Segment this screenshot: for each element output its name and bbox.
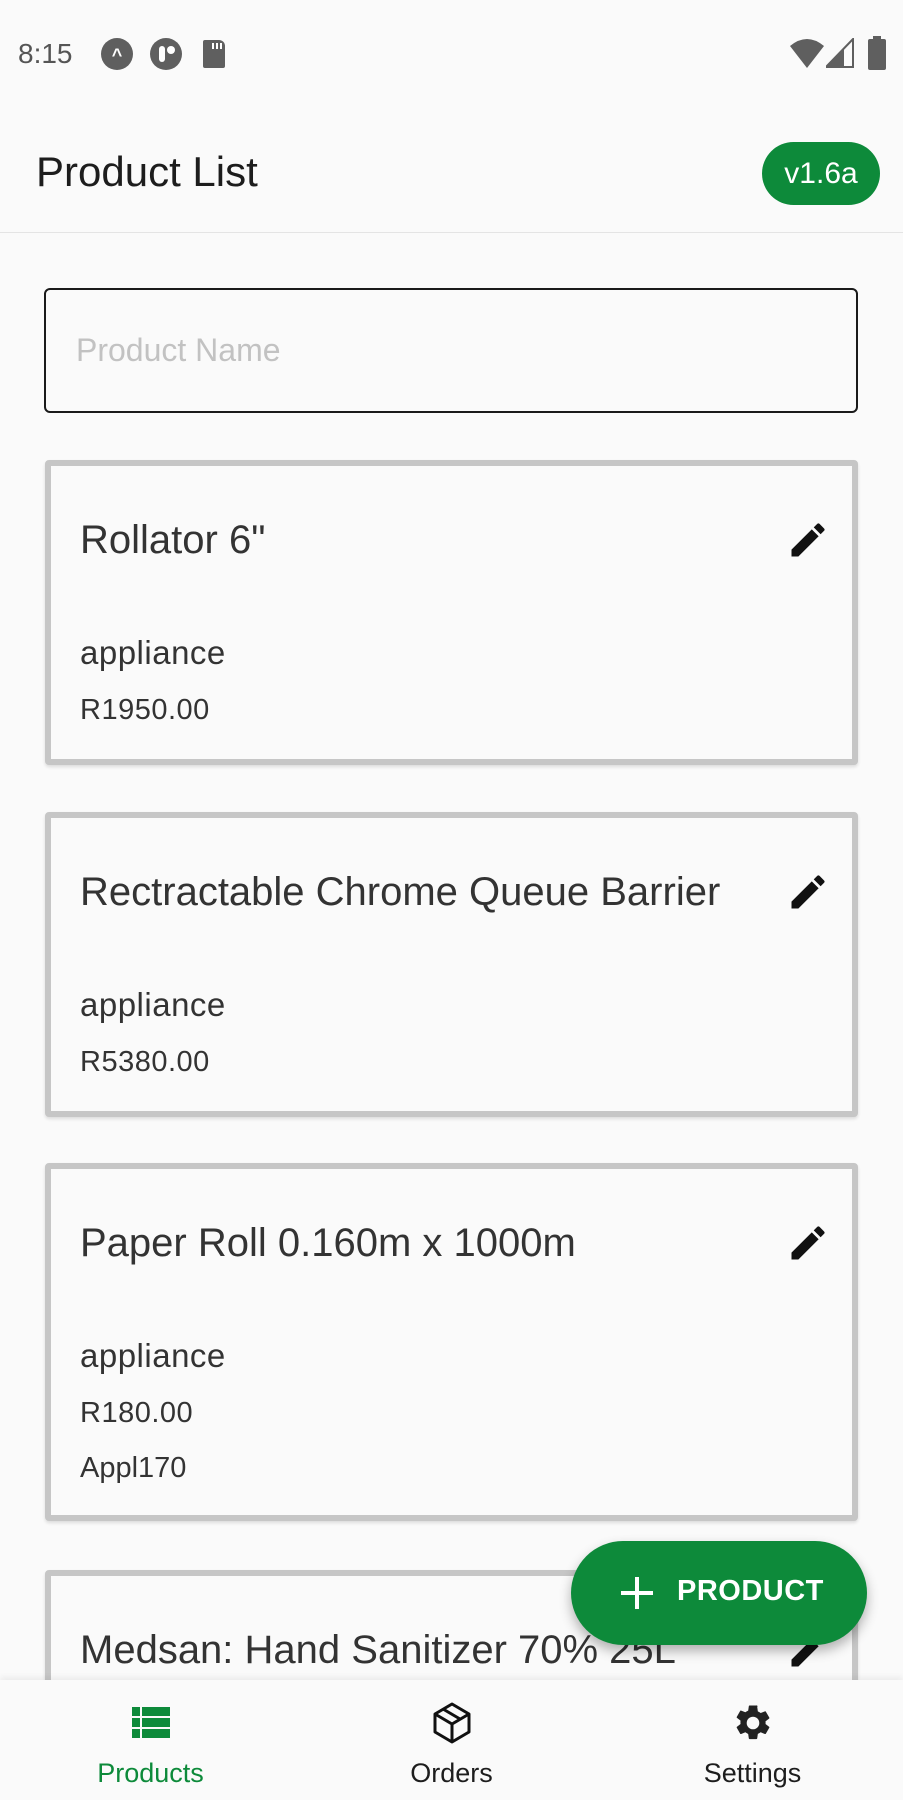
page-title: Product List [36,148,258,195]
nav-label: Settings [703,1758,802,1788]
bottom-navigation: Products Orders Settings [0,1680,903,1800]
product-name: Rollator 6" [80,518,266,562]
notification-app-icon [150,38,182,70]
plus-icon [621,1577,653,1609]
product-price: R180.00 [80,1397,194,1429]
add-product-label: PRODUCT [677,1575,824,1607]
pencil-icon [791,875,825,909]
cellular-signal-icon [826,38,854,68]
wifi-icon [790,39,824,68]
product-card[interactable]: Rollator 6" appliance R1950.00 [45,460,858,765]
gear-icon [736,1705,770,1740]
version-badge: v1.6a [762,142,880,205]
product-name-search-input[interactable] [44,288,858,413]
edit-product-button[interactable] [786,518,830,562]
app-bar: Product List v1.6a [0,100,903,233]
product-name: Rectractable Chrome Queue Barrier [80,870,721,914]
product-category: appliance [80,634,226,671]
product-price: R1950.00 [80,694,210,726]
edit-product-button[interactable] [786,870,830,914]
box-icon [433,1702,471,1744]
nav-item-settings[interactable]: Settings [602,1680,903,1800]
product-card[interactable]: Paper Roll 0.160m x 1000m appliance R180… [45,1163,858,1521]
product-card[interactable]: Rectractable Chrome Queue Barrier applia… [45,812,858,1117]
add-product-button[interactable]: PRODUCT [571,1541,867,1645]
battery-icon [868,36,886,70]
nav-label: Products [97,1758,204,1788]
status-bar: 8:15 ^ [0,0,903,100]
pencil-icon [791,523,825,557]
sd-card-icon [203,40,225,68]
nav-item-orders[interactable]: Orders [301,1680,602,1800]
pencil-icon [791,1226,825,1260]
product-category: appliance [80,1337,226,1374]
product-category: appliance [80,986,226,1023]
nav-label: Orders [410,1758,493,1788]
edit-product-button[interactable] [786,1221,830,1265]
status-time: 8:15 [18,38,73,69]
product-name: Paper Roll 0.160m x 1000m [80,1221,576,1265]
list-icon [132,1707,170,1738]
product-code: Appl170 [80,1452,187,1484]
nav-item-products[interactable]: Products [0,1680,301,1800]
product-price: R5380.00 [80,1046,210,1078]
app-launcher-icon: ^ [101,38,133,70]
